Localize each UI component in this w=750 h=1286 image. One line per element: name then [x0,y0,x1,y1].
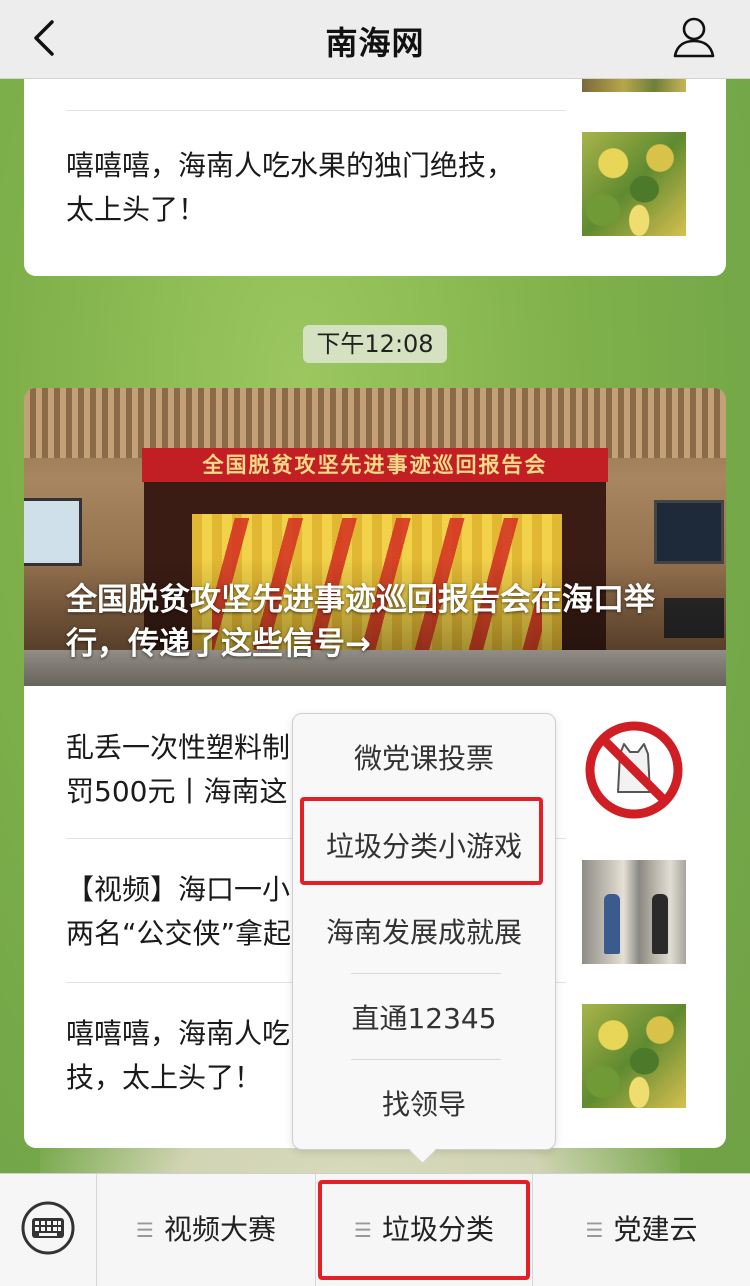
news-item-thumbnail[interactable] [582,132,686,236]
hero-article[interactable]: 全国脱贫攻坚先进事迹巡回报告会 全国脱贫攻坚先进事迹巡回报告会在海口举行，传递了… [24,388,726,686]
highlight-box-tab [318,1180,530,1280]
hero-article-title: 全国脱贫攻坚先进事迹巡回报告会在海口举行，传递了这些信号→ [66,582,655,662]
hero-image-banner: 全国脱贫攻坚先进事迹巡回报告会 [142,448,608,482]
news-item-title[interactable]: 嘻嘻嘻，海南人吃水果的独门绝技，太上头了！ [66,144,526,232]
message-timestamp: 下午12:08 [303,325,447,363]
page-title: 南海网 [325,24,425,62]
menu-lines-icon: ☰ [585,1218,604,1242]
nav-header: 南海网 [0,0,750,79]
no-plastic-bag-icon[interactable] [582,718,686,822]
menu-lines-icon: ☰ [136,1218,154,1242]
tab-label: 视频大赛 [163,1213,276,1246]
submenu-item-hotline[interactable]: 直通12345 [293,976,555,1062]
submenu-item-exhibition[interactable]: 海南发展成就展 [293,890,555,976]
tab-party-cloud[interactable]: ☰ 党建云 [533,1174,750,1286]
submenu-item-contact-leader[interactable]: 找领导 [293,1062,555,1148]
submenu-item-vote[interactable]: 微党课投票 [293,716,555,802]
submenu-divider [351,1059,501,1060]
news-item-thumbnail[interactable] [582,1004,686,1108]
keyboard-icon [21,1201,75,1255]
news-item-thumbnail[interactable] [582,860,686,964]
submenu-popup: 微党课投票 垃圾分类小游戏 海南发展成就展 直通12345 找领导 [292,713,556,1164]
highlight-box-submenu [300,797,543,885]
thumbnail-figure [604,894,620,954]
profile-icon[interactable] [672,15,716,59]
divider [66,110,566,111]
keyboard-toggle[interactable] [0,1174,97,1286]
hero-image-screen [24,498,82,566]
tab-video-contest[interactable]: ☰ 视频大赛 [97,1174,315,1286]
thumbnail-figure [652,894,668,954]
submenu-divider [351,973,501,974]
hero-image-screen [654,500,724,564]
tab-label: 党建云 [613,1213,698,1246]
news-card-previous: 嘻嘻嘻，海南人吃水果的独门绝技，太上头了！ [24,60,726,276]
